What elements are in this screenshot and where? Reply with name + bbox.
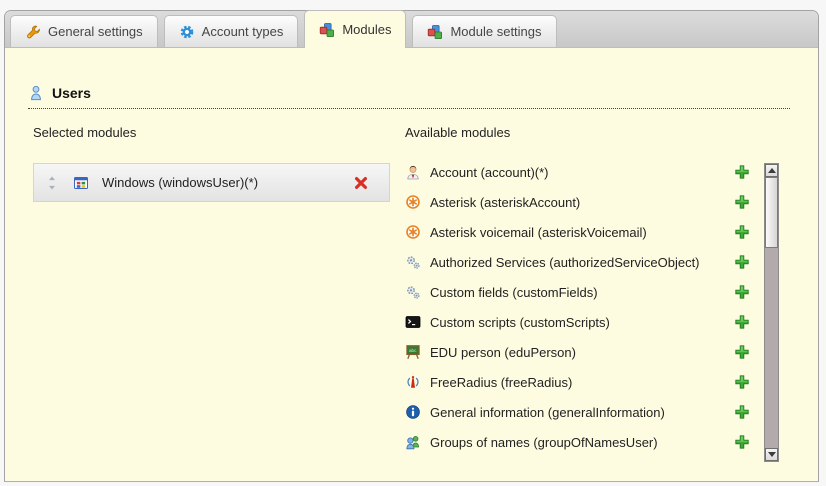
svg-text:abc: abc	[409, 348, 417, 353]
add-icon	[734, 344, 750, 360]
add-module-button[interactable]	[734, 374, 750, 390]
remove-module-button[interactable]	[353, 175, 369, 191]
gears-icon	[405, 254, 421, 270]
tab-modules[interactable]: Modules	[304, 10, 406, 48]
tab-bar: General settings Account types Modules M…	[5, 11, 818, 48]
add-icon	[734, 404, 750, 420]
available-module-label: Asterisk (asteriskAccount)	[430, 195, 580, 210]
add-icon	[734, 194, 750, 210]
scrollbar-track[interactable]	[765, 177, 778, 448]
wrench-icon	[25, 24, 41, 40]
delete-icon	[353, 175, 369, 191]
asterisk-icon	[405, 224, 421, 240]
users-section-header: Users	[28, 85, 790, 109]
info-icon	[405, 404, 421, 420]
available-module-row: Authorized Services (authorizedServiceOb…	[405, 247, 753, 277]
add-module-button[interactable]	[734, 344, 750, 360]
add-module-button[interactable]	[734, 194, 750, 210]
available-module-label: Custom scripts (customScripts)	[430, 315, 610, 330]
modules-icon	[319, 22, 335, 38]
available-modules-list: Account (account)(*) Asterisk (asteriskA…	[405, 157, 753, 457]
modules-icon	[427, 24, 443, 40]
available-module-row: Groups of names (groupOfNamesUser)	[405, 427, 753, 457]
account-person-icon	[405, 164, 421, 180]
available-module-row: Asterisk voicemail (asteriskVoicemail)	[405, 217, 753, 247]
available-module-row: FreeRadius (freeRadius)	[405, 367, 753, 397]
chalkboard-icon: abc	[405, 344, 421, 360]
add-icon	[734, 284, 750, 300]
add-icon	[734, 224, 750, 240]
available-module-row: abc EDU person (eduPerson)	[405, 337, 753, 367]
add-icon	[734, 434, 750, 450]
scroll-up-button[interactable]	[765, 164, 778, 177]
add-icon	[734, 374, 750, 390]
scrollbar-thumb[interactable]	[765, 177, 778, 248]
windows-icon	[73, 175, 89, 191]
drag-handle-icon[interactable]	[46, 175, 58, 191]
add-module-button[interactable]	[734, 224, 750, 240]
selected-modules-list: Windows (windowsUser)(*)	[33, 163, 390, 202]
add-module-button[interactable]	[734, 404, 750, 420]
available-module-row: Custom scripts (customScripts)	[405, 307, 753, 337]
gear-icon	[179, 24, 195, 40]
lam-configuration-page: General settings Account types Modules M…	[0, 0, 826, 486]
tab-general-settings[interactable]: General settings	[10, 15, 158, 47]
settings-panel: General settings Account types Modules M…	[4, 10, 819, 482]
tab-account-types[interactable]: Account types	[164, 15, 299, 47]
add-module-button[interactable]	[734, 164, 750, 180]
scroll-down-button[interactable]	[765, 448, 778, 461]
selected-modules-label: Selected modules	[33, 125, 136, 140]
add-module-button[interactable]	[734, 284, 750, 300]
triangle-up-icon	[768, 168, 776, 173]
available-module-row: Asterisk (asteriskAccount)	[405, 187, 753, 217]
available-module-label: Groups of names (groupOfNamesUser)	[430, 435, 658, 450]
available-module-row: General information (generalInformation)	[405, 397, 753, 427]
available-modules-scrollbar[interactable]	[764, 163, 779, 462]
add-module-button[interactable]	[734, 314, 750, 330]
add-module-button[interactable]	[734, 254, 750, 270]
section-title: Users	[52, 85, 91, 101]
available-module-row: Account (account)(*)	[405, 157, 753, 187]
available-module-label: FreeRadius (freeRadius)	[430, 375, 572, 390]
group-icon	[405, 434, 421, 450]
selected-module-row: Windows (windowsUser)(*)	[33, 163, 390, 202]
selected-module-label: Windows (windowsUser)(*)	[102, 175, 258, 190]
add-icon	[734, 164, 750, 180]
available-module-label: EDU person (eduPerson)	[430, 345, 576, 360]
available-module-label: Custom fields (customFields)	[430, 285, 598, 300]
triangle-down-icon	[768, 452, 776, 457]
add-icon	[734, 254, 750, 270]
available-module-label: Account (account)(*)	[430, 165, 549, 180]
available-module-label: General information (generalInformation)	[430, 405, 665, 420]
gears-icon	[405, 284, 421, 300]
available-module-row: Custom fields (customFields)	[405, 277, 753, 307]
add-module-button[interactable]	[734, 434, 750, 450]
tab-module-settings[interactable]: Module settings	[412, 15, 556, 47]
available-modules-label: Available modules	[405, 125, 510, 140]
add-icon	[734, 314, 750, 330]
antenna-icon	[405, 374, 421, 390]
available-module-label: Asterisk voicemail (asteriskVoicemail)	[430, 225, 647, 240]
asterisk-icon	[405, 194, 421, 210]
users-icon	[28, 85, 44, 101]
available-module-label: Authorized Services (authorizedServiceOb…	[430, 255, 700, 270]
terminal-icon	[405, 314, 421, 330]
